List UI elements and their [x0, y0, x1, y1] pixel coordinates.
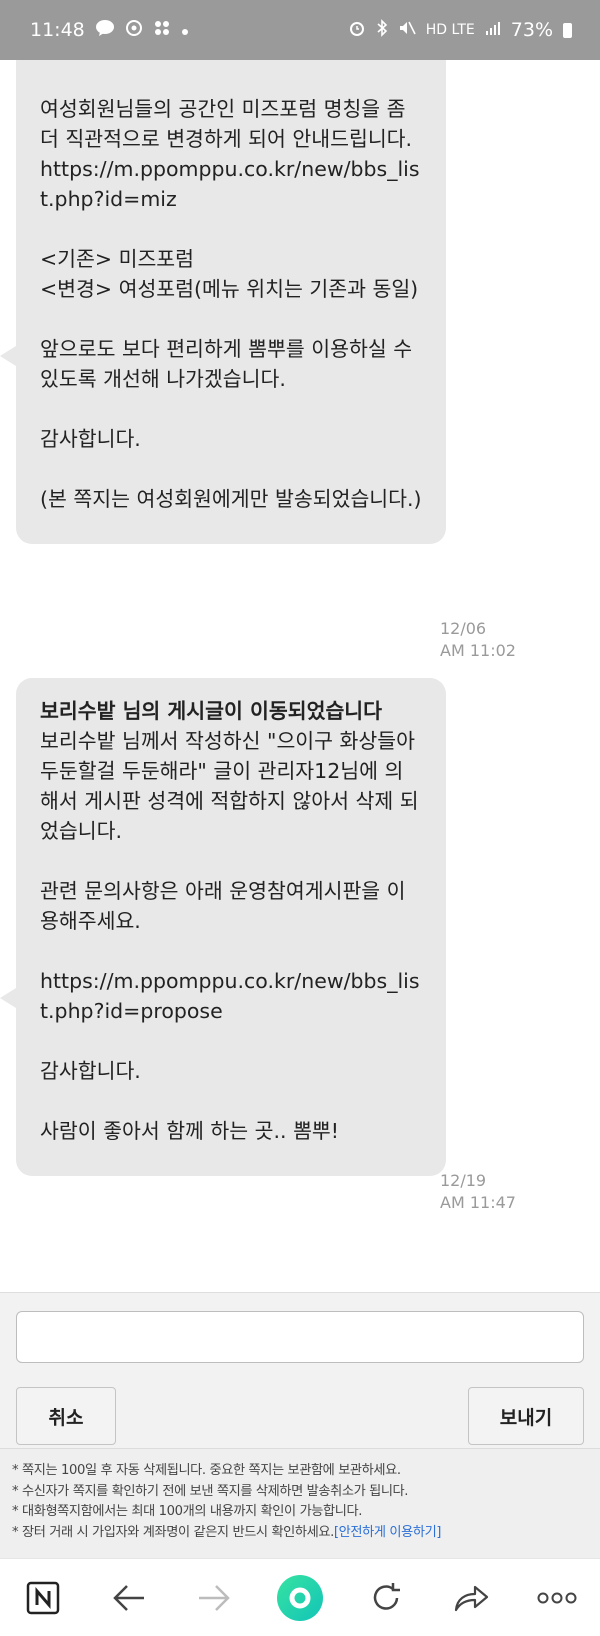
notice-line: * 수신자가 쪽지를 확인하기 전에 보낸 쪽지를 삭제하면 발송취소가 됩니다…: [12, 1483, 409, 1499]
bubble-tail: [0, 346, 16, 366]
talk-notification-icon: [95, 19, 115, 42]
message-bubble: 보리수밭 님의 게시글이 이동되었습니다보리수밭 님께서 작성하신 "으이구 화…: [16, 678, 446, 1176]
notice-text: * 장터 거래 시 가입자와 계좌명이 같은지 반드시 확인하세요.: [12, 1524, 334, 1540]
network-indicators: HD LTE: [425, 22, 475, 38]
alarm-icon: [348, 19, 366, 42]
mute-icon: [398, 19, 416, 42]
signal-icon: [485, 19, 501, 41]
battery-level: 73%: [510, 19, 553, 41]
green-home-icon[interactable]: [270, 1568, 330, 1628]
cancel-button[interactable]: 취소: [16, 1387, 116, 1445]
forward-arrow-icon[interactable]: [184, 1568, 244, 1628]
send-button[interactable]: 보내기: [468, 1387, 584, 1445]
message-bubble: 여성회원님들의 공간인 미즈포럼 명칭을 좀 더 직관적으로 변경하게 되어 안…: [16, 60, 446, 544]
message-body: 보리수밭 님께서 작성하신 "으이구 화상들아 두둔할걸 두둔해라" 글이 관리…: [40, 729, 420, 1143]
battery-icon: [563, 22, 572, 38]
more-dots-icon[interactable]: [527, 1568, 587, 1628]
status-bar: 11:48 HD LTE 73%: [0, 0, 600, 60]
compose-area: 취소 보내기: [0, 1292, 600, 1448]
share-icon[interactable]: [441, 1568, 501, 1628]
notice-line: * 장터 거래 시 가입자와 계좌명이 같은지 반드시 확인하세요.[안전하게 …: [12, 1523, 590, 1544]
app-notification-icon-2: [153, 19, 171, 42]
message-timestamp: 12/06 AM 11:02: [440, 619, 516, 660]
notice-line: * 쪽지는 100일 후 자동 삭제됩니다. 중요한 쪽지는 보관함에 보관하세…: [12, 1463, 401, 1478]
dot-icon: [181, 19, 189, 41]
message-thread[interactable]: 여성회원님들의 공간인 미즈포럼 명칭을 좀 더 직관적으로 변경하게 되어 안…: [0, 60, 600, 1292]
bubble-tail: [0, 988, 16, 1008]
message-input[interactable]: [16, 1311, 584, 1363]
message-timestamp: 12/19 AM 11:47: [440, 1171, 516, 1212]
message-item: 여성회원님들의 공간인 미즈포럼 명칭을 좀 더 직관적으로 변경하게 되어 안…: [0, 60, 446, 544]
message-body: 여성회원님들의 공간인 미즈포럼 명칭을 좀 더 직관적으로 변경하게 되어 안…: [40, 97, 422, 511]
safe-use-link[interactable]: [안전하게 이용하기]: [334, 1525, 442, 1540]
back-arrow-icon[interactable]: [99, 1568, 159, 1628]
app-notification-icon: [125, 19, 143, 42]
refresh-icon[interactable]: [356, 1568, 416, 1628]
message-item: 보리수밭 님의 게시글이 이동되었습니다보리수밭 님께서 작성하신 "으이구 화…: [0, 678, 446, 1176]
notice-line: * 대화형쪽지함에서는 최대 100개의 내용까지 확인이 가능합니다.: [12, 1504, 363, 1519]
status-time: 11:48: [30, 19, 85, 41]
bluetooth-icon: [376, 18, 388, 42]
naver-n-icon[interactable]: [13, 1568, 73, 1628]
message-title: 보리수밭 님의 게시글이 이동되었습니다: [40, 699, 383, 723]
notice-list: * 쪽지는 100일 후 자동 삭제됩니다. 중요한 쪽지는 보관함에 보관하세…: [0, 1448, 600, 1558]
browser-nav-bar: [0, 1558, 600, 1636]
